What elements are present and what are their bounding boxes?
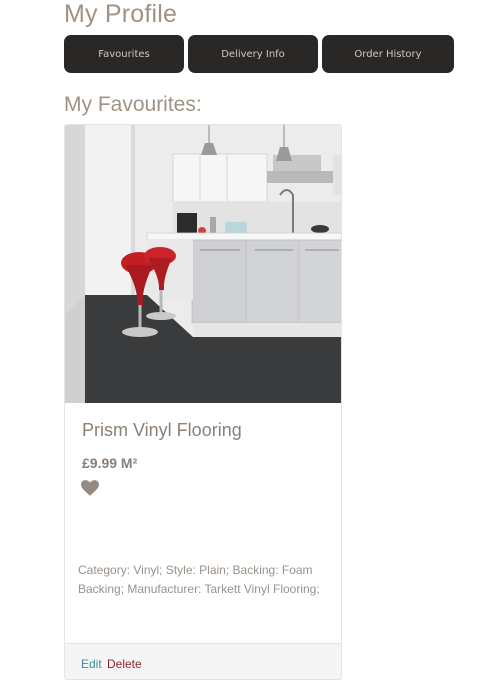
product-image[interactable] (65, 125, 342, 403)
favourite-product-card: Prism Vinyl Flooring £9.99 M² Category: … (64, 124, 342, 680)
edit-link[interactable]: Edit (81, 657, 102, 671)
heart-icon[interactable] (81, 480, 99, 496)
delete-link[interactable]: Delete (107, 657, 142, 671)
card-footer: Edit Delete (65, 643, 341, 679)
product-name[interactable]: Prism Vinyl Flooring (82, 420, 242, 441)
tab-favourites[interactable]: Favourites (64, 35, 184, 73)
product-description: Category: Vinyl; Style: Plain; Backing: … (78, 563, 320, 596)
tab-delivery-info[interactable]: Delivery Info (188, 35, 318, 73)
page-title: My Profile (64, 0, 178, 28)
favourites-heading: My Favourites: (64, 93, 202, 116)
tab-order-history[interactable]: Order History (322, 35, 454, 73)
product-price: £9.99 M² (82, 455, 138, 471)
